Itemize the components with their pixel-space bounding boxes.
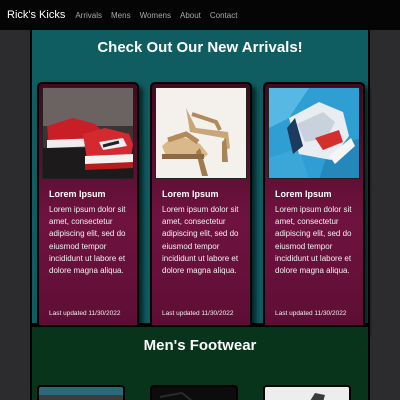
navbar: Rick's Kicks Arrivals Mens Womens About … bbox=[0, 0, 400, 30]
product-card[interactable]: Lorem Ipsum Lorem ipsum dolor sit amet, … bbox=[263, 82, 365, 335]
nav-link-contact[interactable]: Contact bbox=[210, 11, 238, 20]
product-card[interactable]: Lorem Ipsum Lorem ipsum dolor sit amet, … bbox=[150, 82, 252, 335]
product-image bbox=[265, 387, 349, 400]
product-card[interactable] bbox=[150, 385, 238, 400]
product-image bbox=[39, 387, 123, 400]
card-updated-text: Last updated 11/30/2022 bbox=[162, 310, 234, 317]
nav-link-mens[interactable]: Mens bbox=[111, 11, 131, 20]
product-image bbox=[152, 387, 236, 400]
card-text: Lorem ipsum dolor sit amet, consectetur … bbox=[275, 205, 352, 276]
new-arrivals-section: Check Out Our New Arrivals! Lorem Ipsum … bbox=[30, 30, 370, 335]
product-card[interactable] bbox=[263, 385, 351, 400]
product-card[interactable] bbox=[37, 385, 125, 400]
nav-link-arrivals[interactable]: Arrivals bbox=[75, 11, 102, 20]
nav-link-about[interactable]: About bbox=[180, 11, 201, 20]
blue-sneakers-image bbox=[268, 87, 360, 179]
red-sneakers-image bbox=[42, 87, 134, 179]
arrivals-title: Check Out Our New Arrivals! bbox=[97, 39, 303, 56]
heeled-sandals-image bbox=[155, 87, 247, 179]
mens-title: Men's Footwear bbox=[143, 337, 257, 354]
card-title: Lorem Ipsum bbox=[162, 189, 219, 199]
card-title: Lorem Ipsum bbox=[49, 189, 106, 199]
nav-link-womens[interactable]: Womens bbox=[140, 11, 171, 20]
card-updated-text: Last updated 11/30/2022 bbox=[275, 310, 347, 317]
card-title: Lorem Ipsum bbox=[275, 189, 332, 199]
card-updated-text: Last updated 11/30/2022 bbox=[49, 310, 121, 317]
mens-footwear-section: Men's Footwear bbox=[30, 325, 370, 400]
brand-logo-link[interactable]: Rick's Kicks bbox=[7, 9, 65, 21]
card-text: Lorem ipsum dolor sit amet, consectetur … bbox=[162, 205, 239, 276]
product-card[interactable]: Lorem Ipsum Lorem ipsum dolor sit amet, … bbox=[37, 82, 139, 335]
card-text: Lorem ipsum dolor sit amet, consectetur … bbox=[49, 205, 126, 276]
